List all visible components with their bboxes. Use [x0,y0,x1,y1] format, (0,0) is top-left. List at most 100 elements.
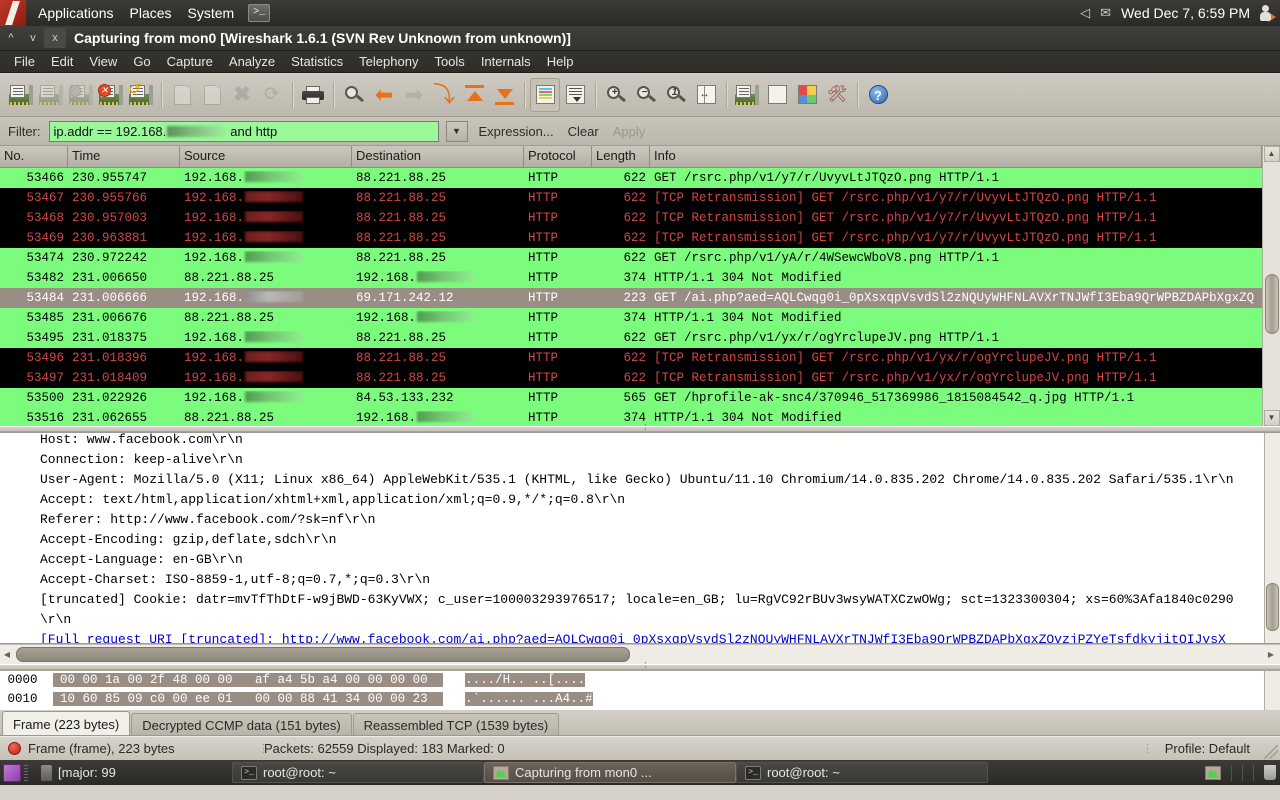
tab-reassembled-tcp[interactable]: Reassembled TCP (1539 bytes) [352,713,560,735]
scroll-up-icon[interactable]: ▲ [1263,146,1280,162]
user-logout-icon[interactable] [1260,4,1276,22]
filter-apply-button[interactable]: Apply [610,124,649,139]
column-header-source[interactable]: Source [180,146,352,167]
find-packet-button[interactable] [339,78,369,112]
table-row[interactable]: 53500 231.022926 192.168. 84.53.133.232 HTTP… [0,388,1262,408]
hex-dump-row[interactable]: 0010 10 60 85 09 c0 00 ee 01 00 00 88 41… [0,690,1280,709]
resize-columns-button[interactable] [691,78,721,112]
auto-scroll-live-capture-button[interactable] [560,78,590,112]
ubuntu-logo-icon[interactable] [0,0,26,26]
table-row[interactable]: 53516 231.062655 88.221.88.25 192.168. HTTP 3… [0,408,1262,426]
zoom-in-button[interactable]: + [601,78,631,112]
tab-frame[interactable]: Frame (223 bytes) [2,711,131,735]
panel-menu-places[interactable]: Places [122,3,180,23]
panel-clock[interactable]: Wed Dec 7, 6:59 PM [1121,5,1250,21]
table-row[interactable]: 53466 230.955747 192.168. 88.221.88.25 HTTP 6… [0,168,1262,188]
window-resize-grip[interactable] [1264,745,1278,759]
table-row[interactable]: 53495 231.018375 192.168. 88.221.88.25 HTTP 6… [0,328,1262,348]
window-close-button[interactable]: x [44,28,66,48]
filter-input[interactable]: ip.addr == 192.168. and http [48,120,439,142]
packet-details-tree[interactable]: Host: www.facebook.com\r\n Connection: ke… [0,433,1280,643]
scroll-left-icon[interactable]: ◀ [0,647,14,663]
menu-capture[interactable]: Capture [159,52,221,71]
table-row[interactable]: 53497 231.018409 192.168. 88.221.88.25 HTTP 6… [0,368,1262,388]
menu-analyze[interactable]: Analyze [221,52,283,71]
envelope-icon[interactable]: ✉ [1100,5,1111,21]
scrollbar-thumb[interactable] [1264,274,1279,334]
hex-dump-rows[interactable]: 0000 00 00 1a 00 2f 48 00 00 af a4 5b a4… [0,671,1280,709]
scrollbar-track[interactable] [1264,162,1280,410]
table-row[interactable]: 53496 231.018396 192.168. 88.221.88.25 HTTP 6… [0,348,1262,368]
table-row[interactable]: 53468 230.957003 192.168. 88.221.88.25 HTTP 6… [0,208,1262,228]
column-header-destination[interactable]: Destination [352,146,524,167]
detail-line-link[interactable]: [Full request URI [truncated]: http://ww… [40,630,1280,643]
capture-filters-button[interactable] [732,78,762,112]
filter-clear-button[interactable]: Clear [565,124,602,139]
column-header-time[interactable]: Time [68,146,180,167]
menu-view[interactable]: View [81,52,125,71]
wireshark-tray-icon[interactable] [1205,765,1221,780]
column-header-length[interactable]: Length [592,146,650,167]
table-row[interactable]: 53467 230.955766 192.168. 88.221.88.25 HTTP 6… [0,188,1262,208]
menu-statistics[interactable]: Statistics [283,52,351,71]
colorize-packet-list-button[interactable] [530,77,560,112]
preferences-button[interactable]: 🛠 [822,78,852,112]
go-forward-button[interactable]: ➡ [399,78,429,112]
tab-decrypted-ccmp[interactable]: Decrypted CCMP data (151 bytes) [131,713,352,735]
reload-file-button[interactable]: ⟳ [257,78,287,112]
scroll-right-icon[interactable]: ▶ [1264,647,1278,663]
packet-details-vertical-scrollbar[interactable] [1264,433,1280,643]
coloring-rules-button[interactable] [792,78,822,112]
menu-go[interactable]: Go [125,52,158,71]
table-row[interactable]: 53485 231.006676 88.221.88.25 192.168. HTTP 3… [0,308,1262,328]
task-root-terminal-2[interactable]: >_ root@root: ~ [736,762,988,783]
packet-list-rows[interactable]: 53466 230.955747 192.168. 88.221.88.25 HTTP 6… [0,168,1262,426]
speaker-icon[interactable]: ◁ [1080,5,1090,21]
panel-menu-applications[interactable]: Applications [30,3,122,23]
print-button[interactable] [298,78,328,112]
display-filters-button[interactable] [762,78,792,112]
close-file-button[interactable]: ✖ [227,78,257,112]
scroll-down-icon[interactable]: ▼ [1263,410,1280,426]
interfaces-list-button[interactable] [6,78,36,112]
scrollbar-thumb[interactable] [1266,583,1279,631]
go-to-packet-button[interactable]: ⤵ [429,78,459,112]
go-back-button[interactable]: ⬅ [369,78,399,112]
save-file-button[interactable] [197,78,227,112]
table-row[interactable]: 53474 230.972242 192.168. 88.221.88.25 HTTP 6… [0,248,1262,268]
start-capture-button[interactable] [66,78,96,112]
trash-icon[interactable] [1264,765,1276,780]
scrollbar-thumb[interactable] [16,647,630,662]
table-row[interactable]: 53484 231.006666 192.168. 69.171.242.12 HTTP… [0,288,1262,308]
stop-capture-button[interactable]: ✕ [96,78,126,112]
go-to-last-packet-button[interactable] [489,78,519,112]
task-root-terminal-1[interactable]: >_ root@root: ~ [232,762,484,783]
window-maximize-button[interactable]: v [22,28,44,48]
menu-tools[interactable]: Tools [426,52,472,71]
show-desktop-icon[interactable] [3,763,21,782]
go-to-first-packet-button[interactable] [459,78,489,112]
zoom-out-button[interactable]: − [631,78,661,112]
menu-edit[interactable]: Edit [43,52,81,71]
zoom-100-button[interactable]: 1 [661,78,691,112]
open-file-button[interactable] [167,78,197,112]
table-row[interactable]: 53469 230.963881 192.168. 88.221.88.25 HTTP 6… [0,228,1262,248]
status-profile[interactable]: Profile: Default [1165,741,1250,756]
menu-help[interactable]: Help [539,52,582,71]
taskbar-grip[interactable] [24,764,28,781]
packet-details-pane[interactable]: Host: www.facebook.com\r\n Connection: ke… [0,432,1280,644]
table-row[interactable]: 53482 231.006650 88.221.88.25 192.168. HTTP 3… [0,268,1262,288]
hex-dump-row[interactable]: 0000 00 00 1a 00 2f 48 00 00 af a4 5b a4… [0,671,1280,690]
menu-internals[interactable]: Internals [473,52,539,71]
column-header-protocol[interactable]: Protocol [524,146,592,167]
column-header-info[interactable]: Info [650,146,1262,167]
filter-history-dropdown[interactable]: ▼ [445,120,468,142]
packet-list-vertical-scrollbar[interactable]: ▲ ▼ [1262,146,1280,426]
panel-menu-system[interactable]: System [180,3,243,23]
filter-expression-button[interactable]: Expression... [476,124,557,139]
restart-capture-button[interactable]: ↺ [126,78,156,112]
help-button[interactable]: ? [863,78,893,112]
column-header-no[interactable]: No. [0,146,68,167]
packet-bytes-vertical-scrollbar[interactable] [1264,671,1280,710]
window-minimize-button[interactable]: ^ [0,28,22,48]
